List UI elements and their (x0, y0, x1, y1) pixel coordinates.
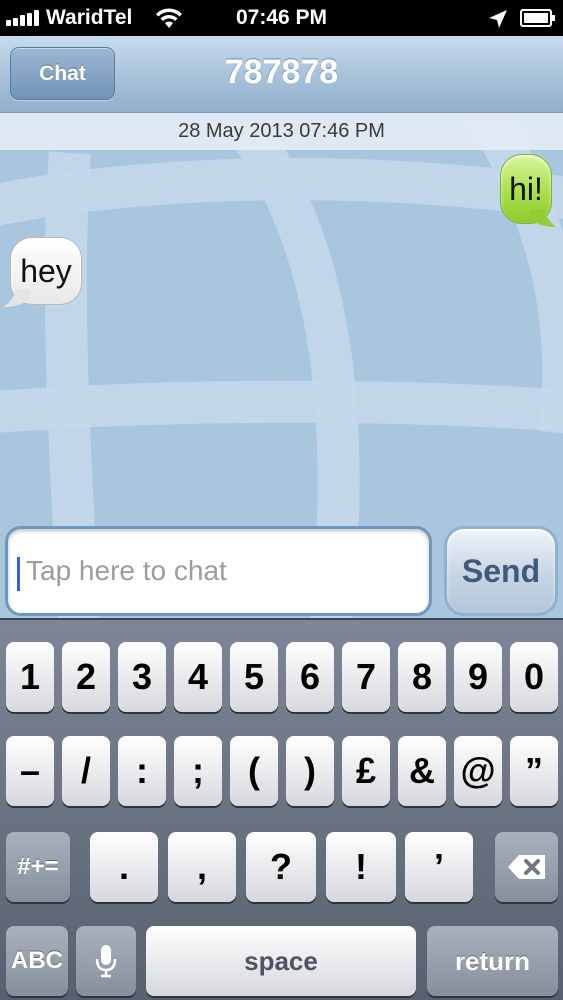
key-at[interactable]: @ (454, 736, 502, 806)
key-more-symbols[interactable]: #+= (6, 832, 70, 902)
key-6[interactable]: 6 (286, 642, 334, 712)
location-arrow-icon (489, 10, 507, 28)
key-quote[interactable]: ” (510, 736, 558, 806)
key-8[interactable]: 8 (398, 642, 446, 712)
key-2[interactable]: 2 (62, 642, 110, 712)
status-time: 07:46 PM (235, 6, 328, 29)
key-question[interactable]: ? (246, 832, 316, 902)
key-close-paren[interactable]: ) (286, 736, 334, 806)
outgoing-bubble-tail (530, 209, 556, 227)
key-colon[interactable]: : (118, 736, 166, 806)
chat-input-placeholder: Tap here to chat (26, 555, 227, 586)
incoming-message-text: hey (20, 252, 72, 289)
key-3[interactable]: 3 (118, 642, 166, 712)
status-bar: WaridTel 07:46 PM (0, 0, 563, 36)
key-exclamation[interactable]: ! (326, 832, 396, 902)
navigation-bar: Chat 787878 (0, 36, 563, 113)
chat-input-field[interactable]: Tap here to chat (5, 526, 432, 616)
text-cursor (17, 557, 20, 591)
key-9[interactable]: 9 (454, 642, 502, 712)
send-button[interactable]: Send (444, 526, 558, 616)
key-pound[interactable]: £ (342, 736, 390, 806)
key-comma[interactable]: , (168, 832, 236, 902)
key-ampersand[interactable]: & (398, 736, 446, 806)
key-semicolon[interactable]: ; (174, 736, 222, 806)
key-0[interactable]: 0 (510, 642, 558, 712)
message-date-header: 28 May 2013 07:46 PM (0, 113, 563, 150)
keyboard: 1 2 3 4 5 6 7 8 9 0 – / : ; ( ) £ & @ ” … (0, 618, 563, 1000)
key-7[interactable]: 7 (342, 642, 390, 712)
microphone-icon (95, 945, 117, 978)
backspace-icon (507, 855, 545, 879)
outgoing-message-text: hi! (509, 170, 543, 207)
key-5[interactable]: 5 (230, 642, 278, 712)
return-key[interactable]: return (427, 926, 558, 996)
key-open-paren[interactable]: ( (230, 736, 278, 806)
key-4[interactable]: 4 (174, 642, 222, 712)
incoming-bubble-tail (4, 289, 30, 307)
key-abc-mode[interactable]: ABC (6, 926, 68, 996)
dictation-key[interactable] (76, 926, 136, 996)
key-1[interactable]: 1 (6, 642, 54, 712)
key-apostrophe[interactable]: ’ (405, 832, 473, 902)
key-dash[interactable]: – (6, 736, 54, 806)
chat-area[interactable]: 28 May 2013 07:46 PM hi! hey Tap here to… (0, 113, 563, 618)
battery-icon (520, 9, 555, 27)
key-period[interactable]: . (90, 832, 158, 902)
backspace-key[interactable] (495, 832, 558, 902)
space-key[interactable]: space (146, 926, 416, 996)
conversation-title: 787878 (224, 53, 339, 91)
key-slash[interactable]: / (62, 736, 110, 806)
